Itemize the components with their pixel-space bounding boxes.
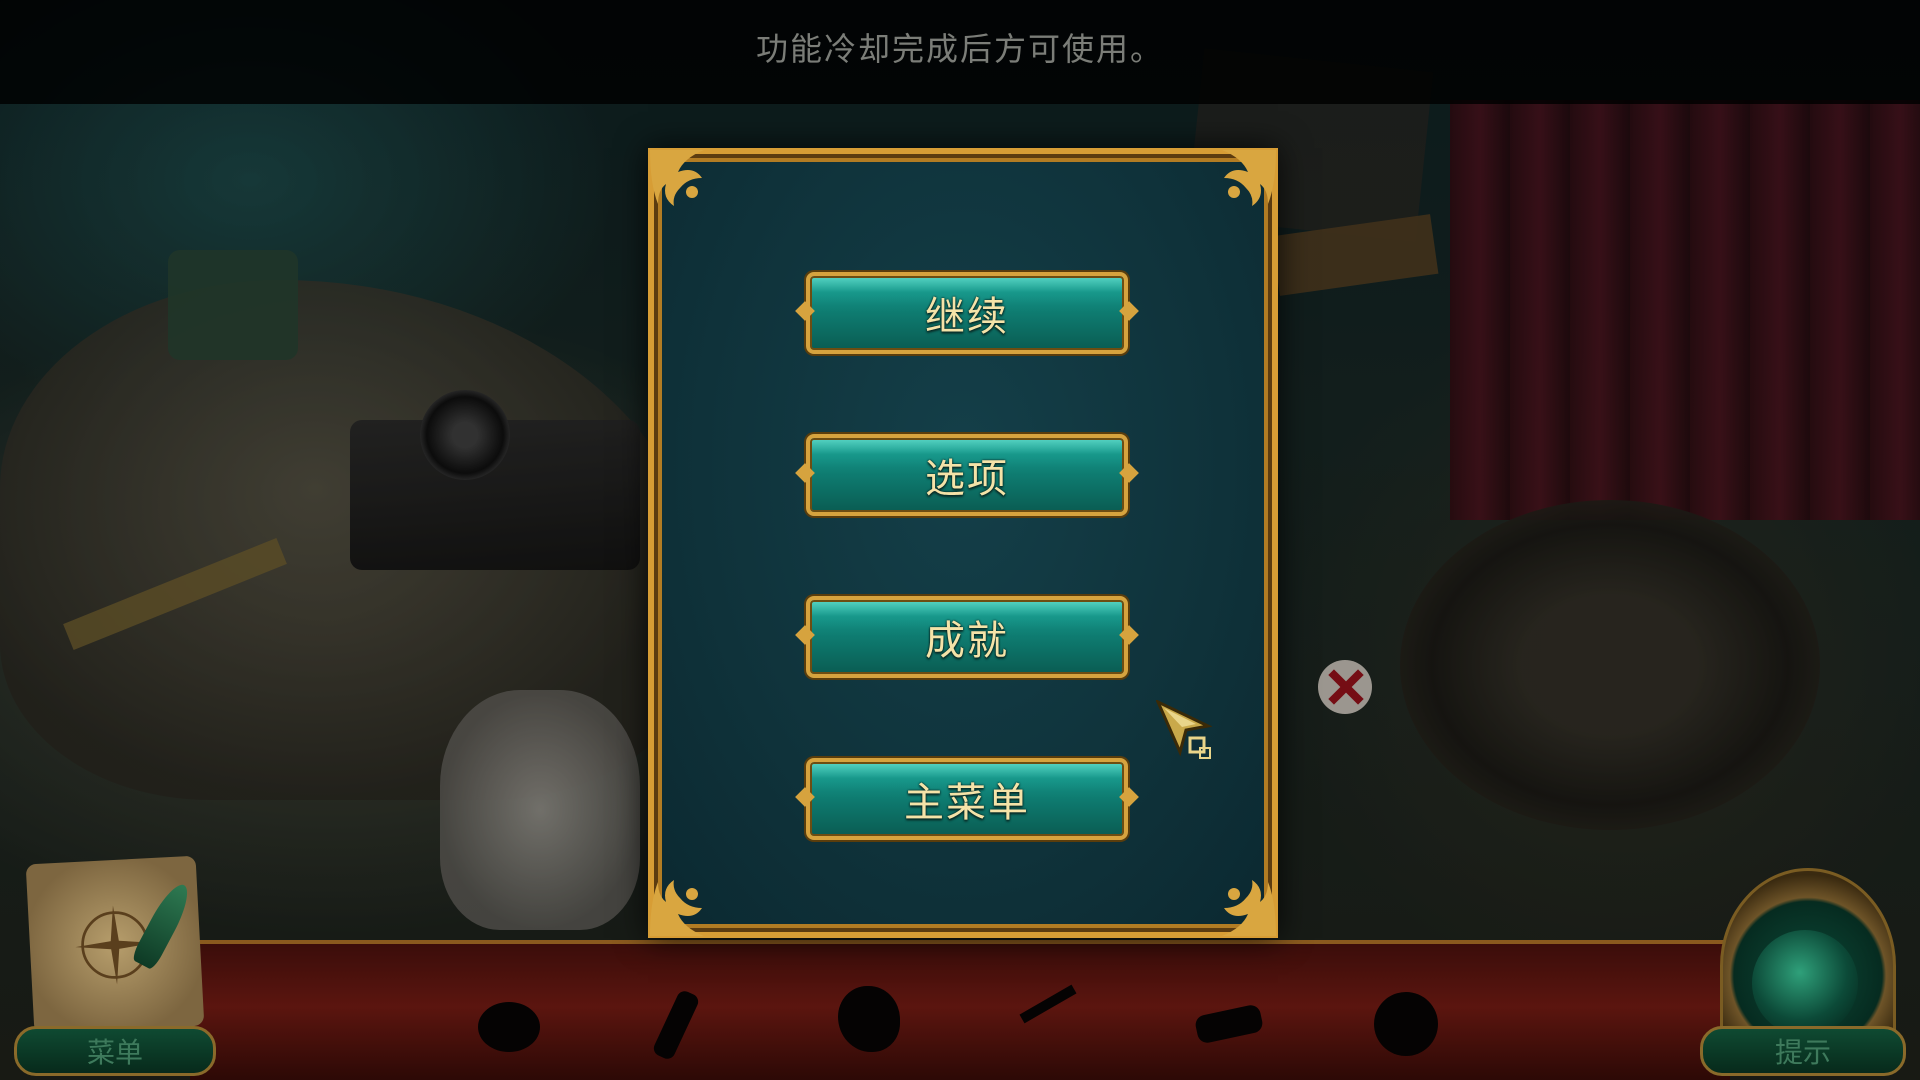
hint-orb-icon[interactable] — [1752, 930, 1858, 1036]
inventory-slot-oval-icon[interactable] — [478, 1002, 540, 1052]
achievements-button[interactable]: 成就 — [806, 596, 1128, 678]
notice-bar: 功能冷却完成后方可使用。 — [0, 0, 1920, 104]
inventory-slot-round-icon[interactable] — [1374, 992, 1438, 1056]
inventory-slot-blob-icon[interactable] — [838, 986, 900, 1052]
inventory-slot-cylinder-icon[interactable] — [1193, 1003, 1265, 1045]
inventory-slot-crank-icon[interactable] — [1019, 984, 1077, 1024]
pause-dialog: 继续 选项 成就 主菜单 — [648, 148, 1278, 938]
ornament-corner-icon — [1222, 150, 1276, 206]
ornament-corner-icon — [1222, 880, 1276, 936]
options-button[interactable]: 选项 — [806, 434, 1128, 516]
ornament-corner-icon — [650, 150, 704, 206]
menu-button[interactable]: 菜单 — [14, 1026, 216, 1076]
main-menu-button[interactable]: 主菜单 — [806, 758, 1128, 840]
map-scroll-icon[interactable] — [25, 855, 205, 1035]
continue-button[interactable]: 继续 — [806, 272, 1128, 354]
ornament-corner-icon — [650, 880, 704, 936]
inventory-slot-stick-icon[interactable] — [651, 988, 701, 1062]
hint-widget: 提示 — [1690, 850, 1920, 1080]
game-scene: 功能冷却完成后方可使用。 菜单 提示 继续 选项 成就 主菜单 — [0, 0, 1920, 1080]
notice-text: 功能冷却完成后方可使用。 — [755, 30, 1164, 68]
inventory-bar — [190, 940, 1730, 1080]
menu-widget: 菜单 — [0, 840, 230, 1080]
cursor-arrow-icon — [1156, 700, 1212, 759]
hint-button[interactable]: 提示 — [1700, 1026, 1906, 1076]
